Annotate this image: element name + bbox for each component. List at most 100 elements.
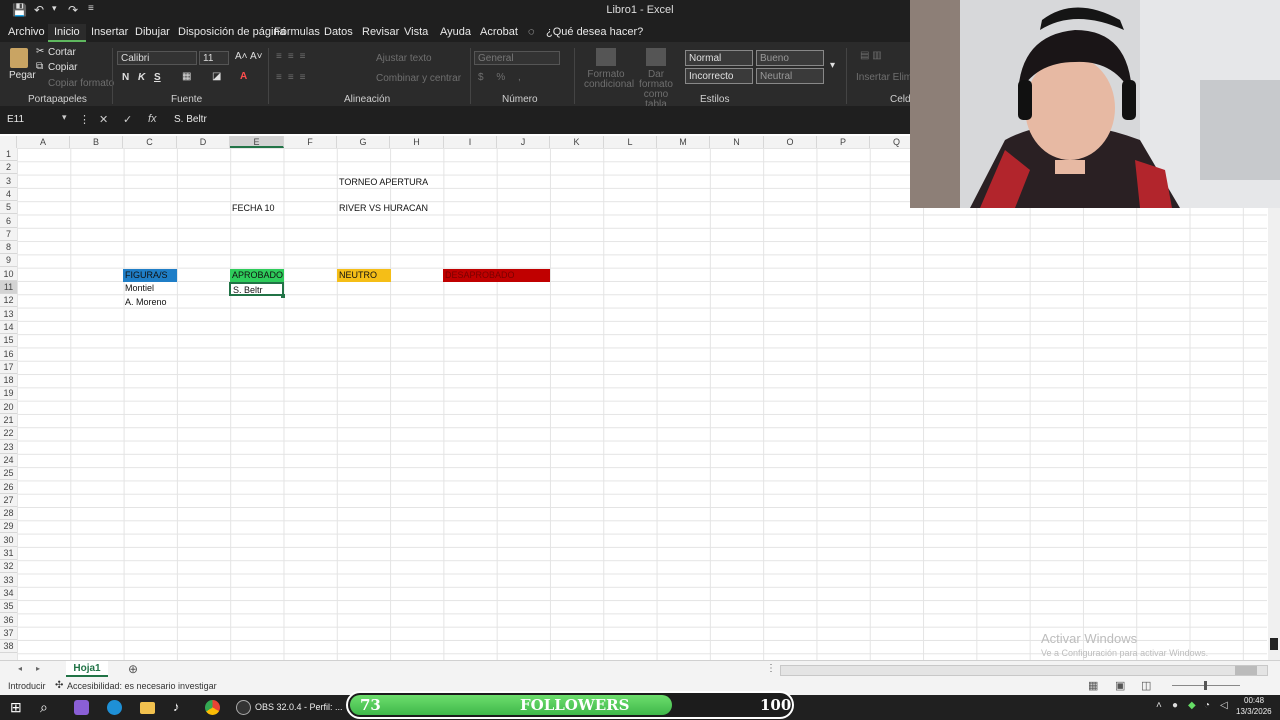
row-header[interactable]: 29 xyxy=(0,520,17,534)
copy-button[interactable]: Copiar xyxy=(48,62,77,73)
tab-acrobat[interactable]: Acrobat xyxy=(480,26,518,38)
row-header[interactable]: 25 xyxy=(0,467,17,481)
row-header[interactable]: 21 xyxy=(0,414,17,427)
column-header[interactable]: M xyxy=(657,136,710,148)
column-header[interactable]: O xyxy=(764,136,817,148)
scroll-thumb[interactable] xyxy=(1270,638,1278,650)
tab-inicio[interactable]: Inicio xyxy=(48,24,86,42)
tab-formulas[interactable]: Fórmulas xyxy=(274,26,320,38)
row-header[interactable]: 16 xyxy=(0,348,17,361)
name-box[interactable]: E11 xyxy=(4,112,70,128)
wifi-icon[interactable]: ◔ xyxy=(1204,700,1210,711)
next-sheet-icon[interactable]: ▸ xyxy=(36,664,40,673)
row-header[interactable]: 31 xyxy=(0,547,17,560)
increase-font-icon[interactable]: A˄ xyxy=(235,51,248,62)
add-sheet-icon[interactable]: ⊕ xyxy=(128,662,138,676)
row-header[interactable]: 37 xyxy=(0,627,17,640)
row-header[interactable]: 15 xyxy=(0,334,17,348)
column-header[interactable]: L xyxy=(604,136,657,148)
volume-icon[interactable]: ◁ xyxy=(1220,700,1228,711)
insert-delete-icons[interactable]: ▤ ▥ xyxy=(860,50,882,61)
column-header[interactable]: D xyxy=(177,136,230,148)
cut-button[interactable]: Cortar xyxy=(48,47,76,58)
cell-c12[interactable]: A. Moreno xyxy=(123,296,193,309)
row-header[interactable]: 14 xyxy=(0,321,17,334)
row-header[interactable]: 27 xyxy=(0,494,17,507)
tell-me-search[interactable]: ¿Qué desea hacer? xyxy=(546,26,643,38)
obs-icon[interactable] xyxy=(236,700,251,715)
vertical-scrollbar[interactable] xyxy=(1268,148,1280,660)
merge-center-button[interactable]: Combinar y centrar xyxy=(376,73,461,84)
row-header[interactable]: 24 xyxy=(0,454,17,467)
style-normal[interactable]: Normal xyxy=(685,50,753,66)
row-header[interactable]: 5 xyxy=(0,201,17,215)
search-icon[interactable]: ⌕ xyxy=(40,699,48,716)
table-format-button[interactable]: Dar formato como tabla xyxy=(632,70,680,110)
format-painter-button[interactable]: Copiar formato xyxy=(48,78,114,89)
row-header[interactable]: 19 xyxy=(0,387,17,401)
row-header[interactable]: 8 xyxy=(0,241,17,255)
cell-i10-desaprobado[interactable]: DESAPROBADO xyxy=(443,269,550,282)
row-header[interactable]: 6 xyxy=(0,215,17,228)
tab-dibujar[interactable]: Dibujar xyxy=(135,26,170,38)
conditional-format-button[interactable]: Formato condicional xyxy=(584,70,634,90)
sheet-tab-hoja1[interactable]: Hoja1 xyxy=(66,661,108,677)
column-header[interactable]: K xyxy=(550,136,604,148)
row-header[interactable]: 28 xyxy=(0,507,17,521)
underline-button[interactable]: S xyxy=(154,72,161,83)
edge-icon[interactable] xyxy=(107,700,122,715)
align-top-icons[interactable]: ≡≡≡ xyxy=(276,51,312,62)
cancel-icon[interactable]: ✕ xyxy=(99,113,108,126)
row-header[interactable]: 22 xyxy=(0,427,17,441)
borders-icon[interactable]: ▦ xyxy=(182,71,191,82)
row-header[interactable]: 23 xyxy=(0,441,17,454)
row-header[interactable]: 7 xyxy=(0,228,17,241)
style-neutral[interactable]: Neutral xyxy=(756,68,824,84)
column-header[interactable]: F xyxy=(284,136,337,148)
font-size-select[interactable]: 11 xyxy=(199,51,229,65)
cell-e5[interactable]: FECHA 10 xyxy=(230,202,290,215)
tray-app-icon[interactable]: ◆ xyxy=(1188,700,1196,711)
row-header[interactable]: 2 xyxy=(0,161,17,175)
tab-vista[interactable]: Vista xyxy=(404,26,428,38)
row-header[interactable]: 11 xyxy=(0,281,17,294)
cell-e10-aprobado[interactable]: APROBADO xyxy=(230,269,284,282)
page-layout-icon[interactable]: ▣ xyxy=(1115,679,1125,692)
style-bueno[interactable]: Bueno xyxy=(756,50,824,66)
row-header[interactable]: 30 xyxy=(0,534,17,547)
microphone-icon[interactable]: ● xyxy=(1172,700,1178,711)
horizontal-scrollbar[interactable] xyxy=(780,665,1268,676)
row-header[interactable]: 35 xyxy=(0,600,17,614)
tab-ayuda[interactable]: Ayuda xyxy=(440,26,471,38)
row-header[interactable]: 9 xyxy=(0,254,17,268)
paste-icon[interactable] xyxy=(10,48,28,68)
column-header[interactable]: E xyxy=(230,136,284,148)
row-header[interactable]: 17 xyxy=(0,361,17,374)
enter-icon[interactable]: ✓ xyxy=(123,113,132,126)
chrome-icon[interactable] xyxy=(205,700,220,715)
bold-button[interactable]: N xyxy=(122,72,129,83)
start-icon[interactable]: ⊞ xyxy=(10,699,22,716)
paste-button[interactable]: Pegar xyxy=(9,70,36,81)
clock-date[interactable]: 13/3/2026 xyxy=(1236,707,1272,716)
row-header[interactable]: 32 xyxy=(0,560,17,574)
clock-time[interactable]: 00:48 xyxy=(1244,696,1264,705)
tab-revisar[interactable]: Revisar xyxy=(362,26,399,38)
font-color-icon[interactable]: A xyxy=(240,71,247,82)
cut-icon[interactable]: ✂ xyxy=(36,46,44,57)
select-all-corner[interactable] xyxy=(0,136,17,148)
decrease-font-icon[interactable]: A˅ xyxy=(250,51,263,62)
styles-more-icon[interactable]: ▾ xyxy=(830,60,835,71)
column-header[interactable]: I xyxy=(444,136,497,148)
row-header[interactable]: 13 xyxy=(0,308,17,321)
tray-chevron-icon[interactable]: ˄ xyxy=(1156,700,1162,711)
more-icon[interactable]: ⋮ xyxy=(79,113,90,126)
wrap-text-button[interactable]: Ajustar texto xyxy=(376,53,432,64)
cell-e11-active[interactable]: S. Beltr xyxy=(229,282,284,296)
worksheet-grid[interactable]: TORNEO APERTURA FECHA 10 RIVER VS HURACA… xyxy=(17,148,1267,660)
column-header[interactable]: G xyxy=(337,136,390,148)
row-header[interactable]: 12 xyxy=(0,294,17,308)
column-header[interactable]: P xyxy=(817,136,870,148)
tab-disposicion[interactable]: Disposición de página xyxy=(178,26,286,38)
cell-c11[interactable]: Montiel xyxy=(123,282,183,295)
